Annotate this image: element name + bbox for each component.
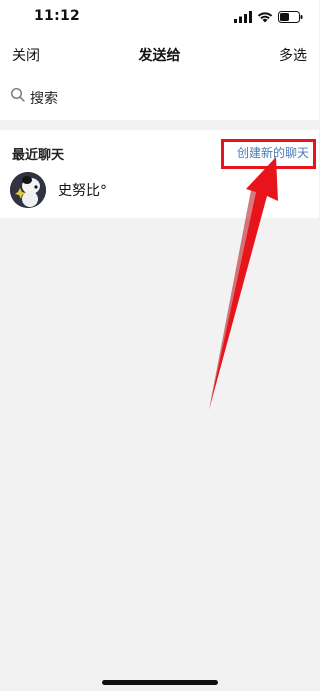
cellular-signal-icon [234, 11, 252, 23]
chat-list-item[interactable]: 史努比° [0, 168, 319, 218]
nav-bar: 关闭 发送给 多选 [0, 36, 319, 72]
annotation-highlight-box [221, 139, 316, 169]
battery-icon [278, 11, 303, 23]
multi-select-button[interactable]: 多选 [279, 45, 307, 65]
search-bar[interactable]: 搜索 [0, 72, 319, 120]
section-divider [0, 120, 319, 130]
status-bar: 11:12 [0, 0, 319, 36]
status-time: 11:12 [34, 8, 81, 24]
page-title: 发送给 [138, 48, 181, 64]
chat-name: 史努比° [58, 183, 107, 199]
search-icon [10, 87, 25, 102]
avatar [10, 172, 46, 208]
search-placeholder: 搜索 [30, 91, 58, 107]
home-indicator [102, 680, 218, 685]
wifi-icon [257, 12, 273, 23]
avatar-image-icon [10, 172, 46, 208]
recent-chats-title: 最近聊天 [12, 148, 65, 163]
status-icons [234, 10, 303, 24]
